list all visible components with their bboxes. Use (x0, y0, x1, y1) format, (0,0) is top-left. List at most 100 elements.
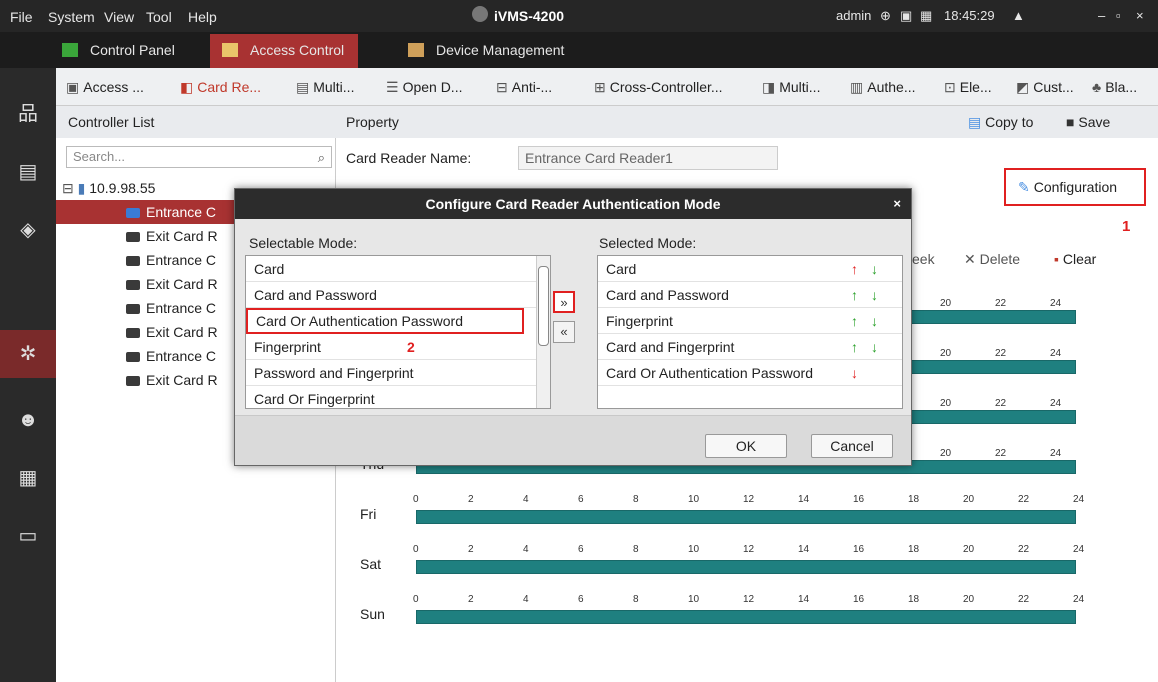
tick-labels: 0 2 4 6 8 10 12 14 16 18 20 22 24 (413, 594, 1084, 608)
subtab-cross-controller[interactable]: ⊞ Cross-Controller... (594, 68, 723, 106)
move-up-icon[interactable]: ↑ (851, 308, 858, 334)
list-item-label: Card (606, 261, 637, 277)
move-down-icon[interactable]: ↓ (871, 308, 878, 334)
tick-label: 24 (1073, 594, 1085, 605)
tick-label: 24 (1050, 398, 1062, 409)
subtab-open-door[interactable]: ☰ Open D... (386, 68, 462, 106)
tick-label: 18 (908, 594, 920, 605)
time-bar[interactable] (416, 510, 1076, 524)
week-fragment[interactable]: eek (912, 251, 935, 267)
list-item[interactable]: Card Or Fingerprint (246, 386, 536, 408)
subtab-multi-1[interactable]: ▤ Multi... (296, 68, 354, 106)
subtab-elevator[interactable]: ⊡ Ele... (944, 68, 992, 106)
search-icon[interactable]: ⌕ (318, 148, 325, 168)
clear-button[interactable]: ▪ Clear (1054, 251, 1096, 267)
list-item[interactable]: Card and Fingerprint ↑ ↓ (598, 334, 902, 360)
move-down-icon[interactable]: ↓ (851, 360, 858, 386)
copy-to-label: Copy to (985, 114, 1034, 130)
close-icon[interactable]: × (893, 189, 901, 219)
tick-label: 14 (798, 494, 810, 505)
tick-label: 20 (940, 448, 952, 459)
subtab-authentication[interactable]: ▥ Authe... (850, 68, 916, 106)
menu-view[interactable]: View (104, 9, 134, 25)
subtab-card-reader[interactable]: ◧ Card Re... (180, 68, 261, 106)
tab-device-management[interactable]: Device Management (396, 34, 578, 68)
card-reader-icon (126, 232, 140, 243)
tab-icon: ⊞ (594, 79, 606, 95)
move-up-icon[interactable]: ↑ (851, 282, 858, 308)
menu-file[interactable]: File (10, 9, 33, 25)
move-down-icon[interactable]: ↓ (871, 282, 878, 308)
reader-label: Exit Card R (146, 372, 218, 388)
list-item-selected[interactable]: Card Or Authentication Password (246, 308, 524, 334)
delete-button[interactable]: ✕ Delete (964, 251, 1020, 268)
tick-label: 24 (1050, 348, 1062, 359)
device-icon: ▮ (77, 180, 90, 196)
dialog-title: Configure Card Reader Authentication Mod… (235, 189, 911, 219)
shield-icon[interactable]: ◈ (14, 218, 42, 242)
user-name[interactable]: admin (836, 8, 871, 23)
auth-mode-dialog: Configure Card Reader Authentication Mod… (234, 188, 912, 466)
move-down-icon[interactable]: ↓ (871, 334, 878, 360)
time-bar[interactable] (416, 610, 1076, 624)
tick-labels: 0 2 4 6 8 10 12 14 16 18 20 22 24 (413, 494, 1084, 508)
list-item[interactable]: Card (246, 256, 536, 282)
save-button[interactable]: ■ Save (1066, 106, 1110, 138)
device-list-icon[interactable]: ▤ (14, 160, 42, 184)
move-left-button[interactable]: « (553, 321, 575, 343)
tick-label: 6 (578, 544, 584, 555)
door-icon (222, 43, 238, 57)
time-bar[interactable] (416, 560, 1076, 574)
list-item[interactable]: Password and Fingerprint (246, 360, 536, 386)
ok-button[interactable]: OK (705, 434, 787, 458)
lock-icon[interactable]: ▲ (1012, 8, 1025, 23)
settings-icon[interactable]: ✲ (14, 342, 42, 366)
card-reader-icon (126, 256, 140, 267)
tick-label: 12 (743, 544, 755, 555)
list-item[interactable]: Card and Password (246, 282, 536, 308)
network-icon[interactable]: 品 (14, 102, 42, 126)
delete-icon: ✕ (964, 251, 980, 267)
keypad-icon[interactable]: ▭ (14, 524, 42, 548)
menu-tool[interactable]: Tool (146, 9, 172, 25)
move-down-icon[interactable]: ↓ (871, 256, 878, 282)
tab-control-panel[interactable]: Control Panel (50, 34, 189, 68)
menu-system[interactable]: System (48, 9, 95, 25)
list-scrollbar[interactable] (536, 256, 550, 408)
tab-access-control[interactable]: Access Control (210, 34, 359, 68)
list-item[interactable]: Fingerprint (246, 334, 536, 360)
move-right-button[interactable]: » (553, 291, 575, 313)
tab-label: Multi... (779, 79, 821, 95)
tick-label: 8 (633, 494, 639, 505)
close-icon[interactable]: × (1136, 8, 1144, 23)
minimize-icon[interactable]: – (1098, 8, 1105, 23)
card-reader-name-field[interactable]: Entrance Card Reader1 (518, 146, 778, 170)
subtab-access[interactable]: ▣ Access ... (66, 68, 144, 106)
configuration-button[interactable]: ✎ Configuration (1004, 168, 1146, 206)
tab-label: Ele... (959, 79, 992, 95)
subtab-blacklist[interactable]: ♣ Bla... (1092, 68, 1137, 106)
tab-icon: ⊡ (944, 79, 956, 95)
search-input[interactable]: Search... ⌕ (66, 146, 332, 168)
move-up-icon[interactable]: ↑ (851, 256, 858, 282)
list-item[interactable]: Card ↑ ↓ (598, 256, 902, 282)
collapse-icon[interactable]: ⊟ (62, 180, 78, 196)
globe-icon[interactable]: ⊕ (880, 8, 891, 24)
report-icon[interactable]: ▦ (14, 466, 42, 490)
menu-help[interactable]: Help (188, 9, 217, 25)
maximize-icon[interactable]: ▫ (1116, 8, 1121, 23)
save-label: Save (1078, 114, 1111, 130)
list-item[interactable]: Card and Password ↑ ↓ (598, 282, 902, 308)
person-icon[interactable]: ☻ (14, 408, 42, 432)
copy-to-button[interactable]: ▤ Copy to (968, 106, 1033, 138)
list-item[interactable]: Fingerprint ↑ ↓ (598, 308, 902, 334)
cancel-button[interactable]: Cancel (811, 434, 893, 458)
scroll-thumb[interactable] (538, 266, 549, 346)
list-item[interactable]: Card Or Authentication Password ↓ (598, 360, 902, 386)
app-logo-icon (472, 6, 488, 22)
move-up-icon[interactable]: ↑ (851, 334, 858, 360)
clock-time: 18:45:29 (944, 8, 995, 23)
subtab-custom[interactable]: ◩ Cust... (1016, 68, 1074, 106)
subtab-multi-2[interactable]: ◨ Multi... (762, 68, 820, 106)
subtab-anti-passback[interactable]: ⊟ Anti-... (496, 68, 552, 106)
